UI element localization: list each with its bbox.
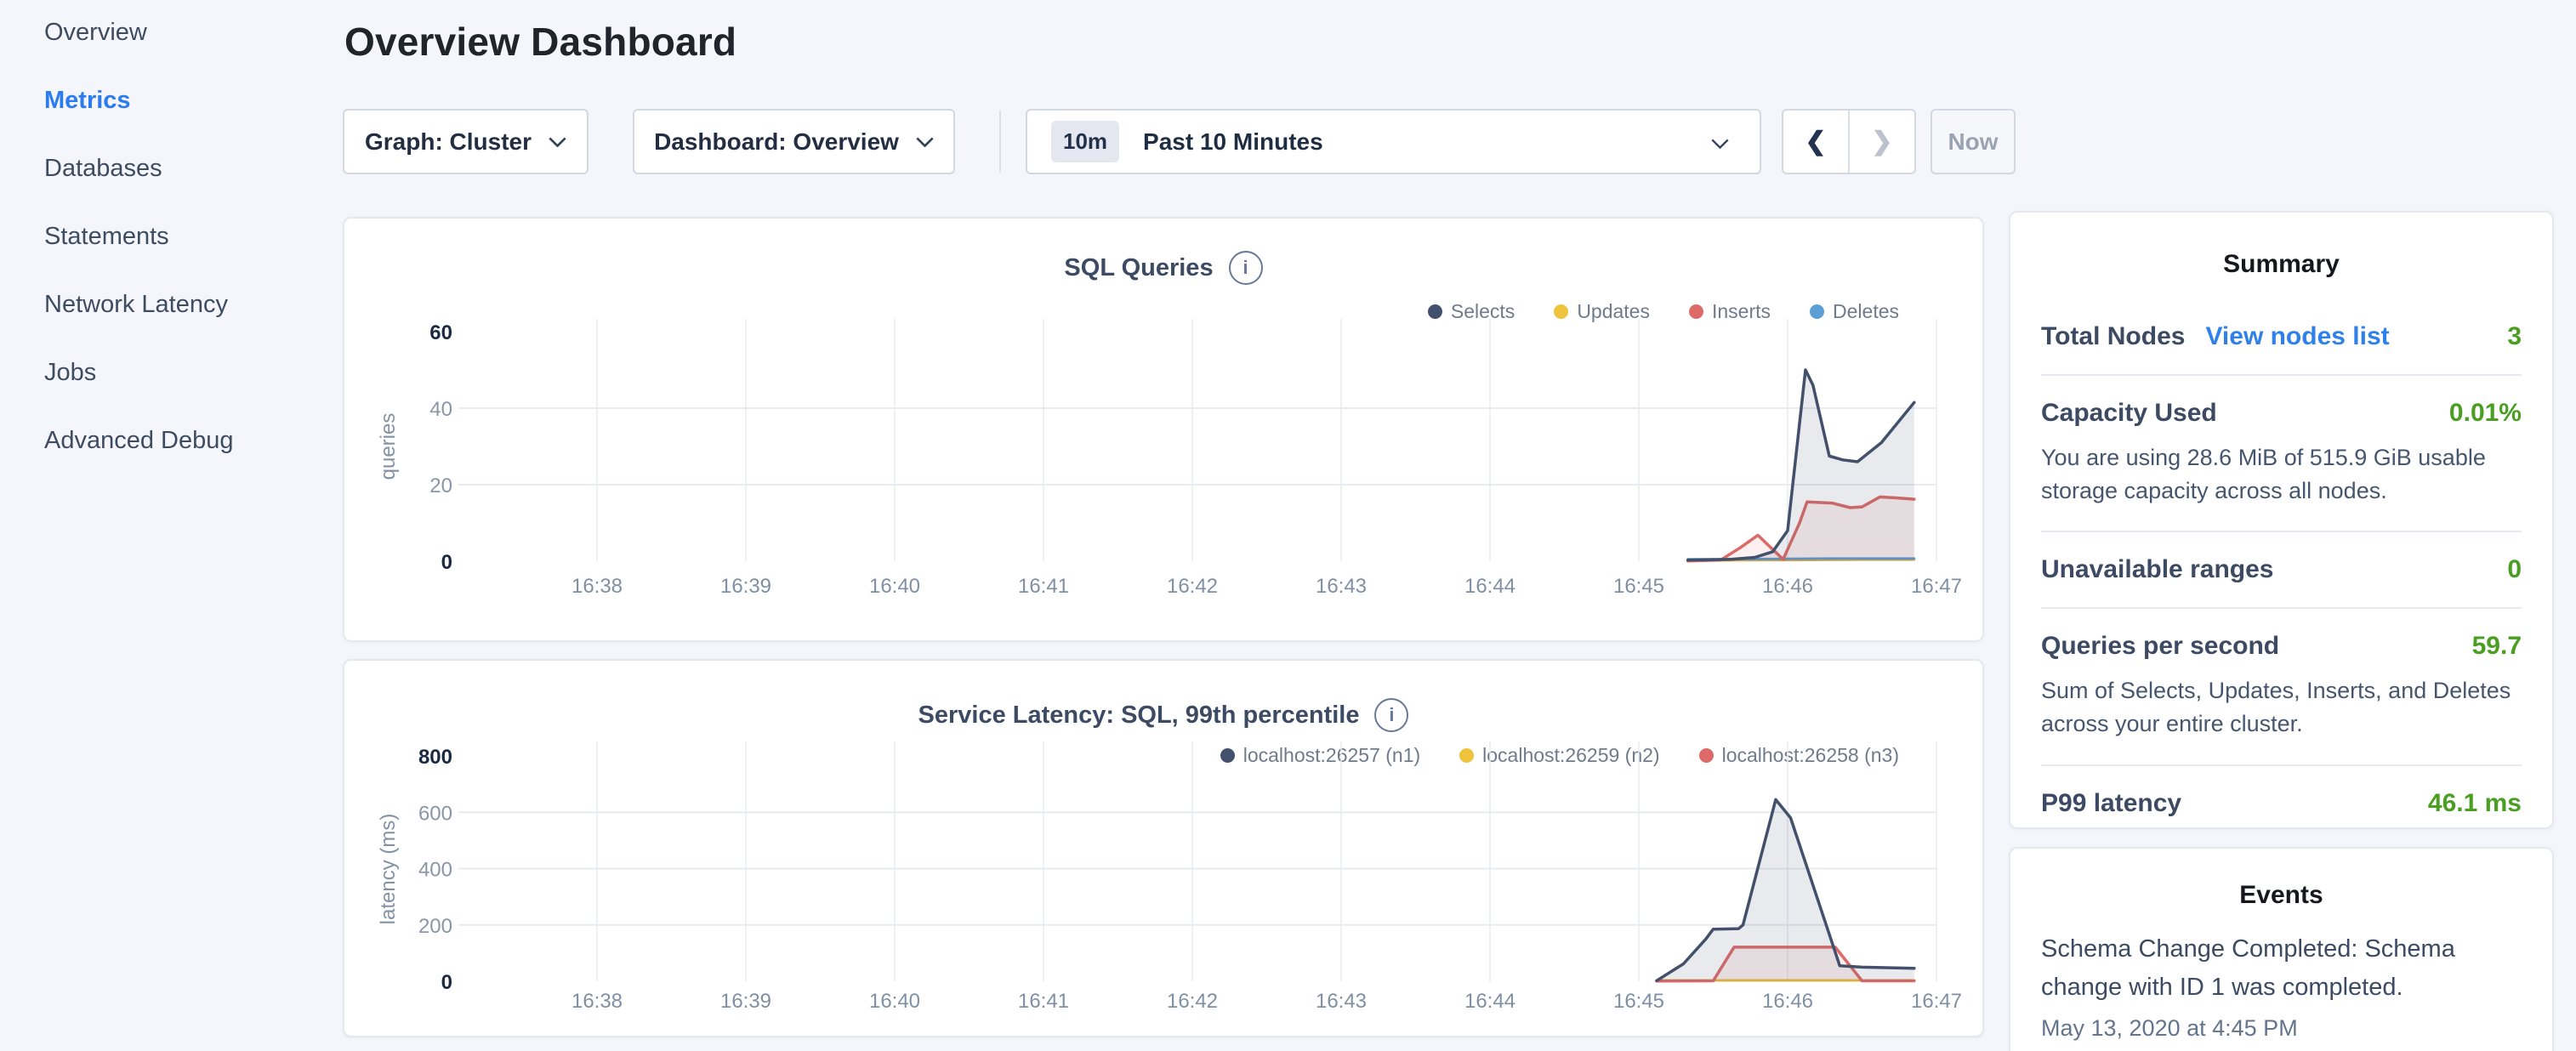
- dashboard-dropdown-label: Dashboard: Overview: [654, 128, 899, 156]
- svg-text:16:42: 16:42: [1167, 990, 1218, 1013]
- graph-dropdown[interactable]: Graph: Cluster: [343, 109, 589, 174]
- service-latency-chart[interactable]: 16:38 16:39 16:40 16:41 16:42 16:43 16:44 16:45…: [344, 661, 1982, 1036]
- svg-text:16:41: 16:41: [1018, 990, 1069, 1013]
- summary-row: P99 latency 46.1 ms: [2041, 764, 2522, 841]
- summary-row-head: Unavailable ranges 0: [2041, 555, 2522, 584]
- toolbar: Graph: Cluster Dashboard: Overview 10m P…: [343, 109, 1984, 174]
- svg-text:800: 800: [418, 746, 452, 769]
- service-latency-card: Service Latency: SQL, 99th percentile i …: [343, 659, 1984, 1037]
- svg-text:16:42: 16:42: [1167, 575, 1218, 598]
- sidebar-item-jobs[interactable]: Jobs: [44, 361, 343, 385]
- summary-label: Unavailable ranges: [2041, 555, 2273, 584]
- now-button[interactable]: Now: [1931, 109, 2016, 174]
- svg-text:16:46: 16:46: [1762, 575, 1813, 598]
- svg-text:16:44: 16:44: [1464, 990, 1515, 1013]
- view-nodes-link[interactable]: View nodes list: [2205, 322, 2389, 351]
- sql-queries-chart[interactable]: 16:38 16:39 16:40 16:41 16:42 16:43 16:44 16:45…: [344, 219, 1982, 640]
- svg-text:16:39: 16:39: [720, 990, 771, 1013]
- summary-subtext: Sum of Selects, Updates, Inserts, and De…: [2041, 674, 2522, 741]
- svg-text:16:40: 16:40: [869, 575, 920, 598]
- sidebar-item-statements[interactable]: Statements: [44, 224, 343, 249]
- event-timestamp: May 13, 2020 at 4:45 PM: [2041, 1015, 2522, 1042]
- svg-text:0: 0: [441, 551, 452, 574]
- graph-dropdown-label: Graph: Cluster: [365, 128, 532, 156]
- summary-label: P99 latency: [2041, 789, 2181, 818]
- time-forward-button[interactable]: ❯: [1850, 111, 1914, 173]
- svg-text:16:43: 16:43: [1316, 990, 1367, 1013]
- event-item[interactable]: Schema Change Completed: Schema change w…: [2041, 930, 2522, 1042]
- summary-card: Summary Total Nodes View nodes list 3 Capac…: [2009, 211, 2554, 829]
- summary-row-head: P99 latency 46.1 ms: [2041, 789, 2522, 818]
- metrics-page: Overview Metrics Databases Statements Networ…: [0, 0, 2576, 1051]
- sidebar-item-databases[interactable]: Databases: [44, 156, 343, 181]
- svg-text:16:47: 16:47: [1911, 990, 1962, 1013]
- svg-text:20: 20: [429, 474, 452, 497]
- summary-subtext: You are using 28.6 MiB of 515.9 GiB usab…: [2041, 441, 2522, 508]
- toolbar-divider: [999, 111, 1001, 173]
- event-text: Schema Change Completed: Schema change w…: [2041, 930, 2522, 1007]
- svg-text:16:47: 16:47: [1911, 575, 1962, 598]
- sidebar-item-overview[interactable]: Overview: [44, 20, 343, 45]
- events-list: Schema Change Completed: Schema change w…: [2041, 930, 2522, 1042]
- sql-queries-card: SQL Queries i SelectsUpdatesInsertsDelet…: [343, 217, 1984, 642]
- summary-value: 3: [2507, 322, 2522, 351]
- summary-value: 46.1 ms: [2428, 789, 2522, 818]
- events-heading: Events: [2041, 881, 2522, 910]
- time-back-button[interactable]: ❮: [1783, 111, 1850, 173]
- summary-value: 0: [2507, 555, 2522, 584]
- summary-label: Total Nodes: [2041, 322, 2185, 351]
- summary-row: Queries per second 59.7 Sum of Selects, Up…: [2041, 607, 2522, 764]
- svg-text:60: 60: [429, 321, 452, 344]
- summary-label: Queries per second: [2041, 632, 2279, 661]
- summary-row-head: Capacity Used 0.01%: [2041, 399, 2522, 428]
- svg-text:16:45: 16:45: [1613, 990, 1664, 1013]
- summary-label: Capacity Used: [2041, 399, 2217, 428]
- summary-value: 59.7: [2472, 632, 2522, 661]
- svg-text:40: 40: [429, 398, 452, 421]
- svg-text:16:38: 16:38: [571, 575, 623, 598]
- chevron-right-icon: ❯: [1871, 127, 1892, 156]
- time-range-label: Past 10 Minutes: [1143, 128, 1323, 156]
- sidebar-item-metrics[interactable]: Metrics: [44, 88, 343, 113]
- summary-row: Total Nodes View nodes list 3: [2041, 299, 2522, 374]
- svg-text:16:38: 16:38: [571, 990, 623, 1013]
- sidebar-item-network-latency[interactable]: Network Latency: [44, 293, 343, 317]
- svg-text:16:45: 16:45: [1613, 575, 1664, 598]
- svg-text:200: 200: [418, 915, 452, 938]
- summary-value: 0.01%: [2449, 399, 2522, 428]
- summary-row-head: Total Nodes View nodes list 3: [2041, 322, 2522, 351]
- chevron-left-icon: ❮: [1805, 127, 1826, 156]
- summary-row: Capacity Used 0.01% You are using 28.6 MiB…: [2041, 374, 2522, 531]
- main-content: Overview Dashboard Graph: Cluster Dashbo…: [343, 0, 1984, 1051]
- summary-row: Unavailable ranges 0: [2041, 531, 2522, 607]
- time-range-dropdown[interactable]: 10m Past 10 Minutes: [1026, 109, 1761, 174]
- chevron-down-icon: [916, 137, 934, 147]
- time-range-badge: 10m: [1051, 121, 1119, 162]
- svg-text:16:41: 16:41: [1018, 575, 1069, 598]
- page-title: Overview Dashboard: [344, 19, 736, 65]
- time-pager: ❮ ❯: [1782, 109, 1916, 174]
- summary-heading: Summary: [2041, 250, 2522, 279]
- svg-text:16:43: 16:43: [1316, 575, 1367, 598]
- svg-text:600: 600: [418, 802, 452, 825]
- sidebar-item-advanced-debug[interactable]: Advanced Debug: [44, 429, 343, 453]
- summary-row-head: Queries per second 59.7: [2041, 632, 2522, 661]
- events-card: Events Schema Change Completed: Schema c…: [2009, 847, 2554, 1051]
- svg-text:16:39: 16:39: [720, 575, 771, 598]
- svg-text:16:44: 16:44: [1464, 575, 1515, 598]
- svg-text:16:40: 16:40: [869, 990, 920, 1013]
- dashboard-dropdown[interactable]: Dashboard: Overview: [633, 109, 955, 174]
- chevron-down-icon: [549, 137, 566, 147]
- sidebar: Overview Metrics Databases Statements Networ…: [0, 0, 343, 1051]
- svg-text:0: 0: [441, 971, 452, 994]
- svg-text:400: 400: [418, 859, 452, 882]
- chevron-down-icon: [1711, 139, 1729, 149]
- summary-rows: Total Nodes View nodes list 3 Capacity Used…: [2041, 299, 2522, 841]
- svg-text:16:46: 16:46: [1762, 990, 1813, 1013]
